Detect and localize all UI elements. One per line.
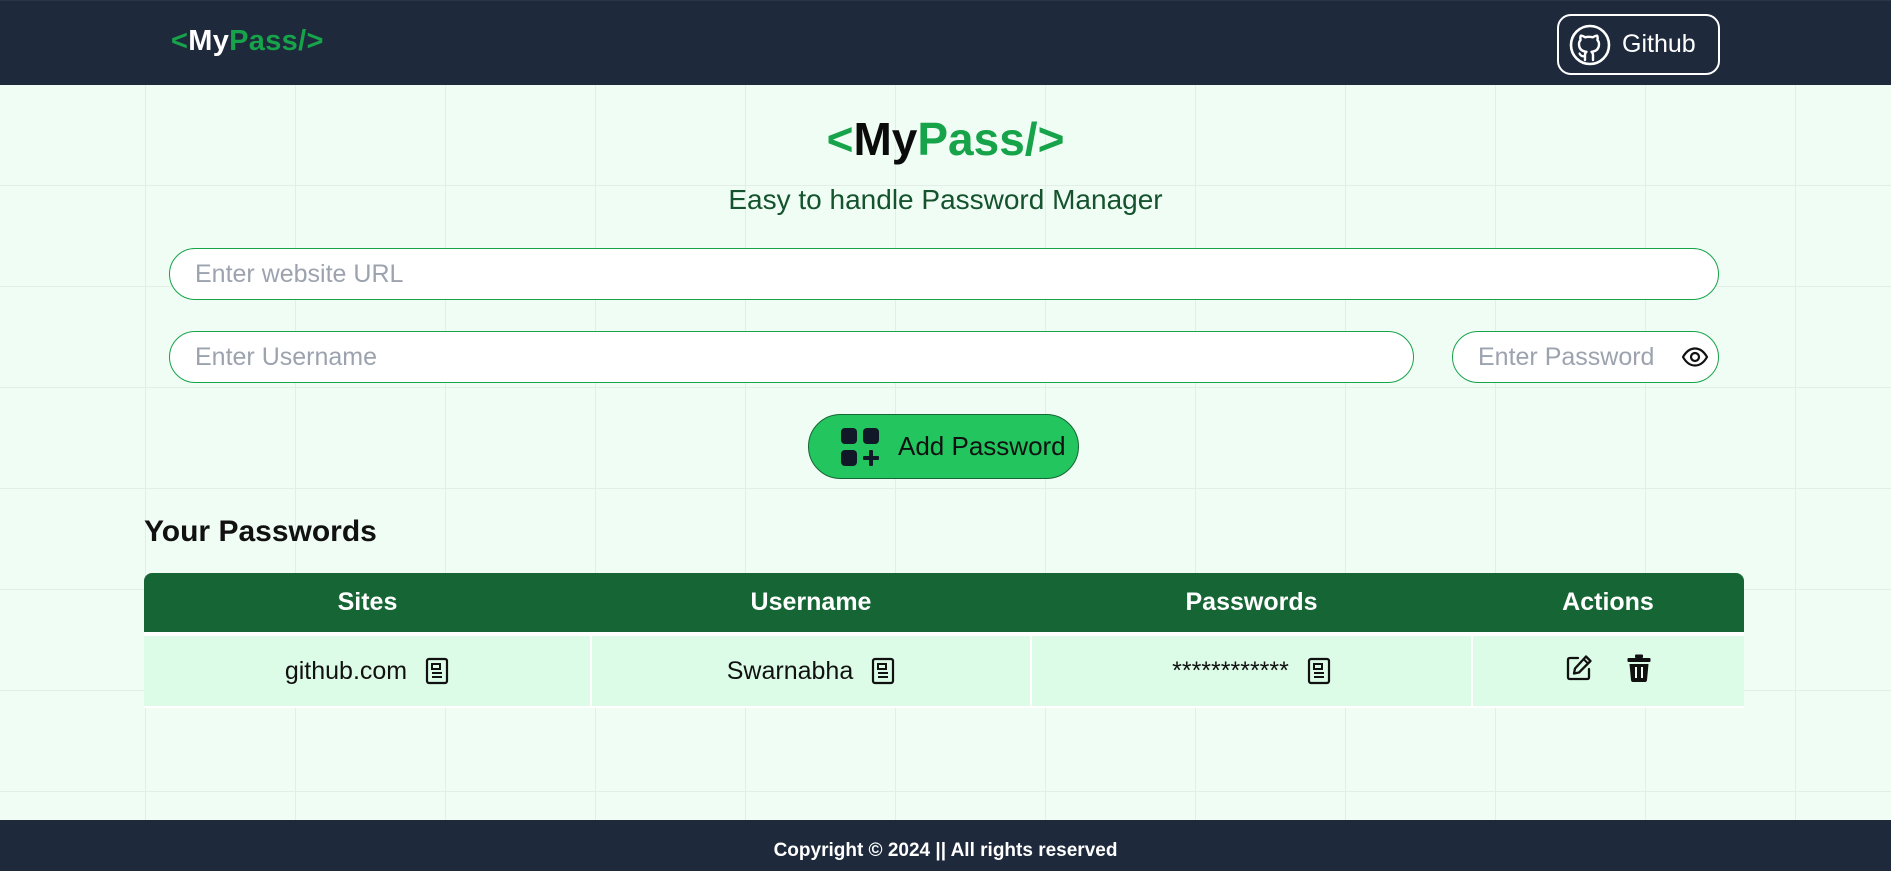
github-icon (1569, 24, 1611, 65)
password-masked-value: ************ (1172, 656, 1289, 685)
copy-icon[interactable] (425, 657, 449, 685)
username-value: Swarnabha (726, 656, 854, 685)
logo-close-bracket: > (306, 25, 324, 57)
column-header-actions: Actions (1562, 588, 1654, 616)
title-pass: Pass/ (917, 113, 1038, 165)
actions-cell (1471, 632, 1744, 708)
website-url-input[interactable] (169, 248, 1719, 300)
username-cell: Swarnabha (590, 632, 1032, 708)
table-header-row: Sites Username Passwords Actions (144, 573, 1744, 634)
trash-icon[interactable] (1624, 653, 1654, 683)
add-password-label: Add Password (898, 431, 1066, 461)
copy-icon[interactable] (871, 657, 895, 685)
add-grid-icon (841, 427, 879, 466)
logo-pass: Pass/ (229, 25, 307, 57)
title-close-bracket: > (1037, 113, 1065, 165)
passwords-table: Sites Username Passwords Actions github.… (144, 573, 1744, 708)
password-field-wrapper (1452, 331, 1719, 383)
eye-icon[interactable] (1681, 344, 1709, 370)
github-button[interactable]: Github (1557, 14, 1720, 75)
table-row: github.com Swarnabha ************ (144, 632, 1744, 708)
logo-open-bracket: < (171, 25, 189, 57)
footer: Copyright © 2024 || All rights reserved (0, 820, 1891, 871)
add-password-button[interactable]: Add Password (808, 414, 1079, 479)
edit-icon[interactable] (1564, 653, 1594, 683)
footer-copyright: Copyright © 2024 || All rights reserved (773, 840, 1118, 861)
username-input[interactable] (169, 331, 1414, 383)
nav-logo[interactable]: <MyPass/> (171, 25, 324, 58)
title-open-bracket: < (826, 113, 854, 165)
password-input[interactable] (1452, 331, 1719, 383)
your-passwords-heading: Your Passwords (144, 515, 377, 548)
copy-icon[interactable] (1307, 657, 1331, 685)
logo-my: My (188, 25, 230, 57)
github-label: Github (1622, 30, 1696, 58)
column-header-username: Username (750, 588, 872, 616)
password-cell: ************ (1030, 632, 1473, 708)
site-cell: github.com (144, 632, 592, 708)
page-subtitle: Easy to handle Password Manager (728, 184, 1163, 215)
title-my: My (853, 113, 918, 165)
column-header-sites: Sites (337, 588, 398, 616)
site-link[interactable]: github.com (285, 657, 407, 686)
navbar: <MyPass/> Github (0, 0, 1891, 85)
page-title: <MyPass/> (0, 112, 1891, 166)
column-header-passwords: Passwords (1185, 588, 1318, 616)
